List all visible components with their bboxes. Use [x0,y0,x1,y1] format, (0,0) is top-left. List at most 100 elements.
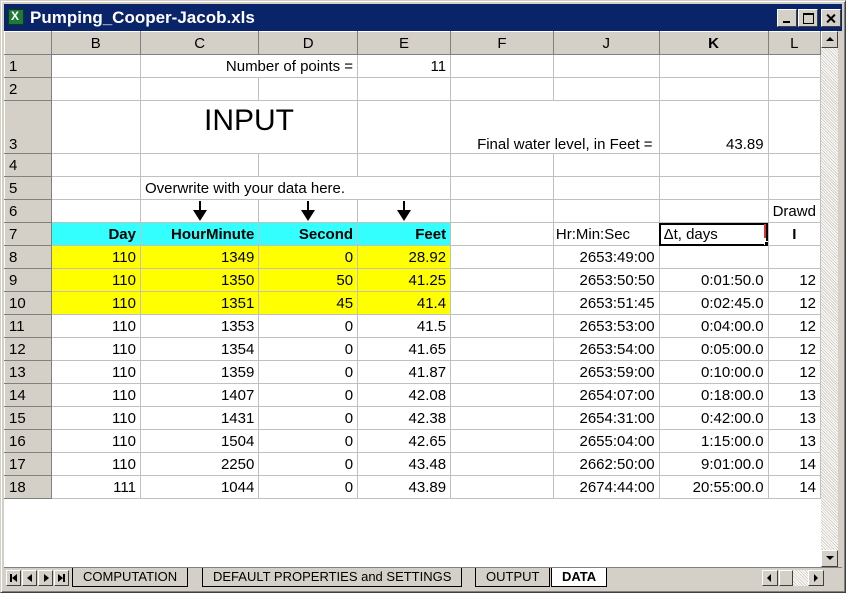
column-header-b[interactable]: B [50,31,141,55]
cell-hourminute[interactable]: 1407 [139,383,260,407]
cell-drawdown-partial[interactable]: 14 [767,475,821,499]
cell[interactable] [658,54,769,78]
excel-icon[interactable] [8,9,24,25]
header-day[interactable]: Day [50,222,141,246]
cell-hms[interactable]: 2653:54:00 [552,337,660,361]
cell-hms[interactable]: 2653:59:00 [552,360,660,384]
header-hms[interactable]: Hr:Min:Sec [552,222,660,246]
cell[interactable] [552,54,660,78]
cell-hourminute[interactable]: 1354 [139,337,260,361]
cell[interactable] [767,54,821,78]
cell-day[interactable]: 110 [50,337,141,361]
cell[interactable] [450,77,554,101]
drawdown-label-partial[interactable]: Drawd [767,199,821,223]
cell-dt[interactable]: 0:42:00.0 [658,406,769,430]
cell-day[interactable]: 110 [50,314,141,338]
input-title-cell[interactable]: INPUT [139,100,359,154]
cell[interactable] [767,77,821,101]
cell[interactable] [658,153,769,177]
cell[interactable] [357,100,452,154]
cell-feet[interactable]: 42.65 [357,429,452,453]
cell-day[interactable]: 110 [50,429,141,453]
cell[interactable] [258,153,359,177]
tab-output[interactable]: OUTPUT [475,568,551,587]
cell[interactable] [450,406,554,430]
cell-feet[interactable]: 41.87 [357,360,452,384]
row-header[interactable]: 8 [4,245,52,269]
cell[interactable] [450,314,554,338]
arrow-cell[interactable] [139,199,260,223]
cell[interactable] [139,77,260,101]
close-icon[interactable] [821,9,841,27]
cell[interactable] [658,77,769,101]
cell-drawdown-partial[interactable]: 13 [767,383,821,407]
cell[interactable] [450,245,554,269]
cell-drawdown-partial[interactable]: 12 [767,314,821,338]
final-water-level-label[interactable]: Final water level, in Feet = [450,100,660,154]
row-header[interactable]: 6 [4,199,52,223]
cell-dt[interactable]: 0:04:00.0 [658,314,769,338]
cell[interactable] [50,199,141,223]
cell[interactable] [50,153,141,177]
cell[interactable] [450,222,554,246]
cell-drawdown-partial[interactable]: 13 [767,429,821,453]
cell-feet[interactable]: 41.25 [357,268,452,292]
cell-drawdown-partial[interactable]: 12 [767,268,821,292]
scroll-track[interactable] [793,570,808,586]
cell[interactable] [767,176,821,200]
cell[interactable] [450,429,554,453]
first-sheet-icon[interactable] [6,570,21,586]
cell-feet[interactable]: 43.89 [357,475,452,499]
cell-drawdown-partial[interactable]: 12 [767,360,821,384]
cell[interactable] [450,199,554,223]
cell-second[interactable]: 0 [258,452,359,476]
cell-hms[interactable]: 2653:49:00 [552,245,660,269]
cell[interactable] [450,360,554,384]
row-header[interactable]: 14 [4,383,52,407]
arrow-cell[interactable] [258,199,359,223]
cell-day[interactable]: 111 [50,475,141,499]
cell[interactable] [552,77,660,101]
cell-hourminute[interactable]: 1353 [139,314,260,338]
header-hourminute[interactable]: HourMinute [139,222,260,246]
cell[interactable] [450,153,554,177]
last-sheet-icon[interactable] [54,570,69,586]
minimize-icon[interactable] [777,9,797,27]
select-all-corner[interactable] [4,31,52,55]
cell-hourminute[interactable]: 1504 [139,429,260,453]
fill-handle[interactable] [763,241,768,245]
row-header[interactable]: 13 [4,360,52,384]
cell-second[interactable]: 0 [258,245,359,269]
row-header[interactable]: 15 [4,406,52,430]
cell-second[interactable]: 0 [258,314,359,338]
cell-hourminute[interactable]: 1044 [139,475,260,499]
cell-feet[interactable]: 41.4 [357,291,452,315]
cell[interactable] [50,176,141,200]
cell-second[interactable]: 50 [258,268,359,292]
worksheet-grid[interactable]: B C D E F J K L 1 Number of points = 11 [4,31,821,567]
cell-second[interactable]: 0 [258,429,359,453]
scroll-right-icon[interactable] [808,570,824,586]
cell[interactable] [450,337,554,361]
cell-dt[interactable]: 0:10:00.0 [658,360,769,384]
cell-hourminute[interactable]: 1431 [139,406,260,430]
header-second[interactable]: Second [258,222,359,246]
cell[interactable] [357,153,452,177]
cell-second[interactable]: 0 [258,337,359,361]
final-water-level-value[interactable]: 43.89 [658,100,769,154]
header-l-partial[interactable]: I [767,222,821,246]
row-header[interactable]: 16 [4,429,52,453]
cell[interactable] [450,452,554,476]
column-header-f[interactable]: F [450,31,554,55]
cell[interactable] [357,77,452,101]
cell[interactable] [450,475,554,499]
cell[interactable] [258,77,359,101]
header-feet[interactable]: Feet [357,222,452,246]
row-header[interactable]: 17 [4,452,52,476]
cell-day[interactable]: 110 [50,291,141,315]
tab-default-properties[interactable]: DEFAULT PROPERTIES and SETTINGS [202,568,463,587]
next-sheet-icon[interactable] [38,570,53,586]
tab-computation[interactable]: COMPUTATION [72,568,189,587]
row-header[interactable]: 18 [4,475,52,499]
cell-hms[interactable]: 2674:44:00 [552,475,660,499]
